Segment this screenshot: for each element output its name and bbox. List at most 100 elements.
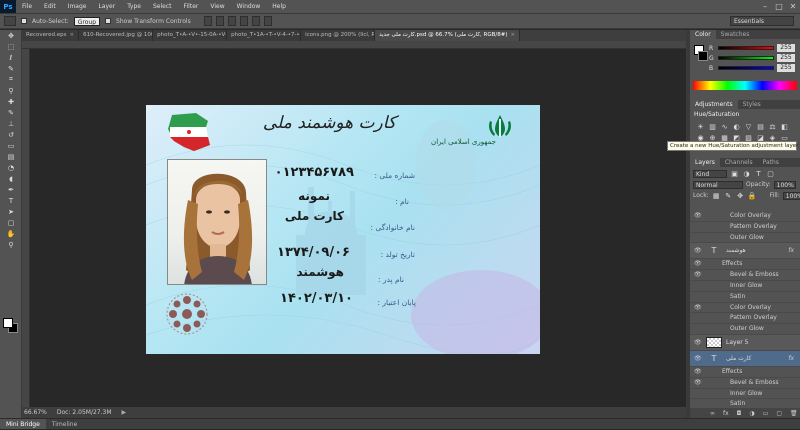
menu-select[interactable]: Select	[147, 0, 178, 13]
color-slider-b[interactable]: B 255	[706, 63, 800, 73]
opacity-input[interactable]: 100%	[773, 180, 796, 189]
filter-pixel-icon[interactable]: ▣	[730, 170, 739, 178]
fx-icon[interactable]: fx	[788, 243, 794, 259]
color-swatches[interactable]	[3, 318, 19, 334]
color-slider-g[interactable]: G 255	[706, 53, 800, 63]
add-mask-icon[interactable]: ◘	[737, 410, 742, 417]
visibility-eye-icon[interactable]: 👁	[694, 303, 702, 314]
brightness-icon[interactable]: ☀	[696, 123, 705, 131]
color-slider-r[interactable]: R 255	[706, 43, 800, 53]
document-tab[interactable]: photo_T•A-•V•-15-0A-•V-Recovered.jpg×	[153, 30, 228, 41]
menu-layer[interactable]: Layer	[92, 0, 121, 13]
blur-tool-icon[interactable]: ◔	[0, 162, 22, 173]
tab-mini-bridge[interactable]: Mini Bridge	[0, 419, 46, 429]
lock-paint-icon[interactable]: ✎	[724, 192, 733, 200]
layer-effect-row[interactable]: 👁 Bevel & Emboss	[690, 378, 800, 389]
slider-value[interactable]: 255	[777, 54, 795, 62]
menu-edit[interactable]: Edit	[38, 0, 62, 13]
tab-layers[interactable]: Layers	[690, 158, 720, 167]
color-bg-swatch[interactable]	[698, 51, 708, 61]
align-center-icon[interactable]	[251, 16, 260, 26]
layer-thumbnail[interactable]: T	[706, 353, 722, 364]
pen-tool-icon[interactable]: ✒	[0, 184, 22, 195]
menu-filter[interactable]: Filter	[178, 0, 205, 13]
slider-track[interactable]	[718, 66, 774, 70]
new-group-icon[interactable]: ▭	[763, 410, 769, 417]
layer-effect-row[interactable]: Satin	[690, 399, 800, 408]
foreground-color-swatch[interactable]	[3, 318, 13, 328]
visibility-eye-icon[interactable]: 👁	[694, 378, 702, 389]
visibility-eye-icon[interactable]: 👁	[694, 335, 702, 351]
slider-value[interactable]: 255	[777, 64, 795, 72]
visibility-eye-icon[interactable]: 👁	[694, 367, 702, 378]
visibility-eye-icon[interactable]: 👁	[694, 243, 702, 259]
hue-saturation-icon[interactable]: ▤	[756, 123, 765, 131]
document-tab[interactable]: 610-Recovered.jpg @ 100...×	[79, 30, 154, 41]
close-tab-icon[interactable]: ×	[510, 30, 515, 41]
close-tab-icon[interactable]: ×	[70, 30, 75, 41]
visibility-eye-icon[interactable]: 👁	[694, 211, 702, 222]
crop-tool-icon[interactable]: ⌗	[0, 74, 22, 85]
document-tab[interactable]: icons.png @ 200% (Iicl, RGB...×	[301, 30, 376, 41]
fill-input[interactable]: 100%	[782, 191, 800, 200]
layer-effect-row[interactable]: Inner Glow	[690, 281, 800, 292]
menu-file[interactable]: File	[16, 0, 38, 13]
align-right-icon[interactable]	[263, 16, 272, 26]
black-white-icon[interactable]: ◧	[780, 123, 789, 131]
quick-select-tool-icon[interactable]: ✎	[0, 63, 22, 74]
layer-effect-row[interactable]: 👁 Color Overlay	[690, 303, 800, 314]
layer-thumbnail[interactable]	[706, 336, 722, 348]
stamp-tool-icon[interactable]: ⊥	[0, 118, 22, 129]
layer-effect-row[interactable]: Outer Glow	[690, 233, 800, 244]
tab-adjustments[interactable]: Adjustments	[690, 100, 738, 109]
history-brush-tool-icon[interactable]: ↺	[0, 129, 22, 140]
new-layer-icon[interactable]: ▢	[776, 410, 782, 417]
horizontal-ruler[interactable]	[22, 41, 686, 49]
layer-effect-row[interactable]: Outer Glow	[690, 324, 800, 335]
status-arrow-icon[interactable]: ▶	[122, 409, 127, 416]
tab-channels[interactable]: Channels	[720, 158, 758, 167]
slider-track[interactable]	[718, 56, 774, 60]
auto-select-checkbox[interactable]	[21, 18, 27, 24]
layer-effect-row[interactable]: Satin	[690, 292, 800, 303]
hand-tool-icon[interactable]: ✋	[0, 228, 22, 239]
layer-effect-row[interactable]: Pattern Overlay	[690, 313, 800, 325]
minimize-button[interactable]: –	[758, 2, 772, 11]
color-balance-icon[interactable]: ⚖	[768, 123, 777, 131]
lasso-tool-icon[interactable]: ℓ	[0, 52, 22, 63]
delete-layer-icon[interactable]: 🗑	[790, 410, 798, 417]
layer-thumbnail[interactable]: T	[706, 245, 722, 256]
tab-styles[interactable]: Styles	[738, 100, 766, 109]
filter-shape-icon[interactable]: ▢	[766, 170, 775, 178]
type-tool-icon[interactable]: T	[0, 195, 22, 206]
menu-view[interactable]: View	[204, 0, 230, 13]
curves-icon[interactable]: ∿	[720, 123, 729, 131]
tab-timeline[interactable]: Timeline	[46, 419, 84, 429]
visibility-eye-icon[interactable]: 👁	[694, 351, 702, 367]
link-layers-icon[interactable]: ∞	[710, 410, 715, 417]
eraser-tool-icon[interactable]: ▭	[0, 140, 22, 151]
document-tab[interactable]: photo_T•1A-•T-•V-4-•7-•Recovered.jpg×	[227, 30, 302, 41]
tab-color[interactable]: Color	[690, 30, 716, 39]
heal-tool-icon[interactable]: ✚	[0, 96, 22, 107]
id-card-artwork[interactable]: کارت هوشمند ملی جمهوری اسلامی ایران شمار…	[146, 105, 540, 354]
path-select-tool-icon[interactable]: ➤	[0, 206, 22, 217]
align-top-icon[interactable]	[203, 16, 212, 26]
eyedropper-tool-icon[interactable]: ⚲	[0, 85, 22, 96]
move-tool-preset-icon[interactable]	[4, 16, 16, 26]
document-tab[interactable]: Recovered.eps ×	[22, 30, 80, 41]
filter-adjust-icon[interactable]: ◑	[742, 170, 751, 178]
slider-track[interactable]	[718, 46, 774, 50]
zoom-tool-icon[interactable]: ⚲	[0, 239, 22, 250]
document-size[interactable]: Doc: 2.05M/27.3M	[57, 409, 112, 416]
add-style-icon[interactable]: fx	[723, 410, 729, 417]
vibrance-icon[interactable]: ▽	[744, 123, 753, 131]
visibility-eye-icon[interactable]: 👁	[694, 270, 702, 281]
marquee-tool-icon[interactable]: ⬚	[0, 41, 22, 52]
menu-help[interactable]: Help	[266, 0, 292, 13]
layer-effect-row[interactable]: 👁 Color Overlay	[690, 211, 800, 222]
visibility-eye-icon[interactable]: 👁	[694, 259, 702, 270]
lock-pixels-icon[interactable]: ▦	[712, 192, 721, 200]
layer-row[interactable]: 👁 T هوشمند fx	[690, 243, 800, 260]
layer-row[interactable]: 👁 T کارت ملی fx	[690, 350, 800, 367]
